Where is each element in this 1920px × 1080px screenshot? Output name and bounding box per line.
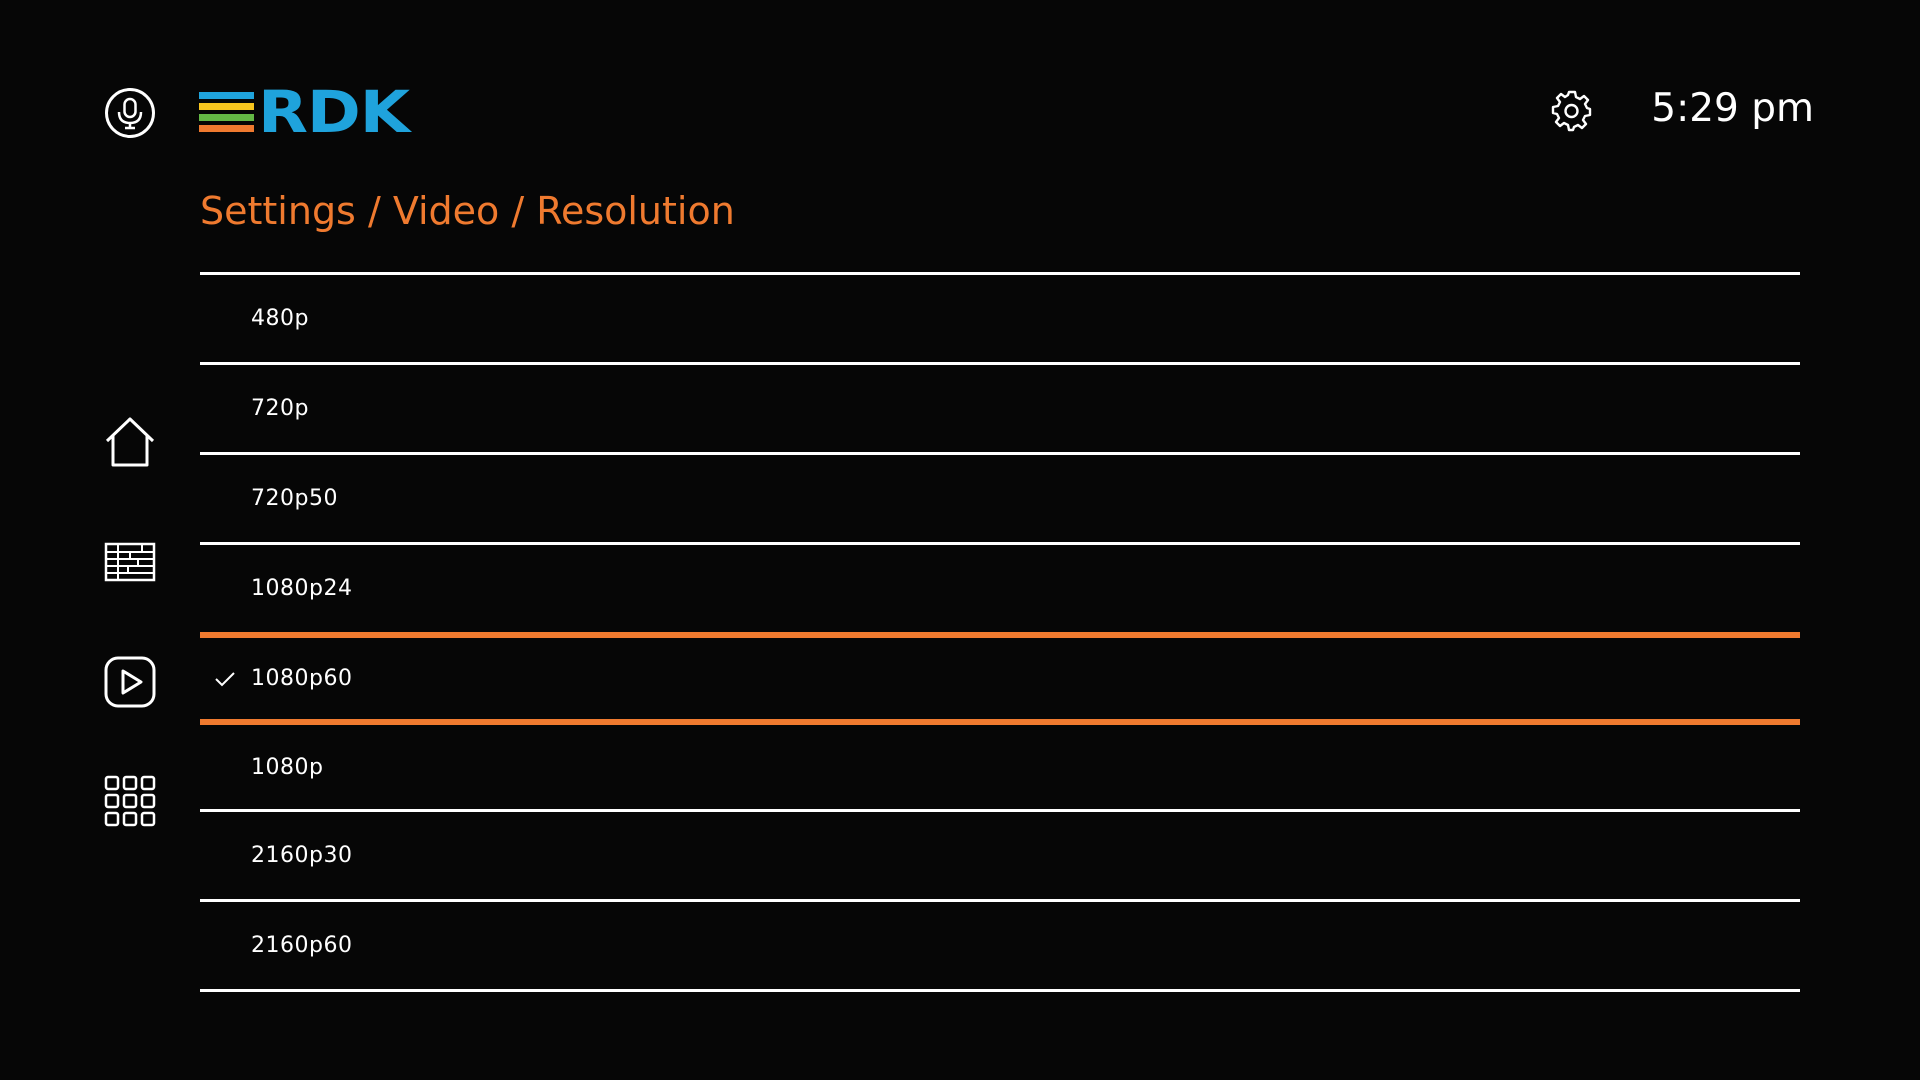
sidebar-item-home[interactable] bbox=[104, 416, 156, 468]
guide-grid-icon bbox=[104, 542, 156, 582]
resolution-label: 2160p30 bbox=[251, 843, 353, 868]
resolution-label: 1080p24 bbox=[251, 576, 353, 601]
clock: 5:29 pm bbox=[1651, 86, 1814, 131]
home-icon bbox=[105, 417, 155, 467]
resolution-label: 1080p bbox=[251, 754, 324, 780]
list-item[interactable]: 2160p30 bbox=[200, 812, 1800, 902]
microphone-icon bbox=[105, 88, 155, 138]
checkmark-icon bbox=[215, 671, 235, 686]
logo-text: RDK bbox=[258, 78, 410, 146]
resolution-list: 480p 720p 720p50 1080p24 1080p60 1080p 2… bbox=[200, 272, 1800, 992]
resolution-label: 720p bbox=[251, 396, 309, 421]
settings-button[interactable] bbox=[1551, 90, 1593, 132]
logo-bars bbox=[199, 90, 254, 134]
list-item[interactable]: 1080p24 bbox=[200, 545, 1800, 632]
resolution-label: 480p bbox=[251, 306, 309, 331]
list-item-selected[interactable]: 1080p60 bbox=[200, 632, 1800, 725]
resolution-label: 720p50 bbox=[251, 486, 338, 511]
mic-button[interactable] bbox=[104, 87, 156, 139]
rdk-logo: RDK bbox=[199, 78, 429, 146]
resolution-label: 2160p60 bbox=[251, 933, 353, 958]
list-item[interactable]: 1080p bbox=[200, 725, 1800, 812]
play-icon bbox=[104, 656, 156, 708]
list-item[interactable]: 720p bbox=[200, 365, 1800, 455]
resolution-label: 1080p60 bbox=[251, 666, 353, 691]
sidebar-item-apps[interactable] bbox=[104, 775, 156, 827]
apps-grid-icon bbox=[104, 775, 156, 827]
breadcrumb: Settings / Video / Resolution bbox=[200, 189, 735, 233]
sidebar-item-guide[interactable] bbox=[104, 540, 156, 584]
gear-icon bbox=[1551, 90, 1592, 132]
list-item[interactable]: 480p bbox=[200, 272, 1800, 365]
list-item[interactable]: 720p50 bbox=[200, 455, 1800, 545]
sidebar-item-play[interactable] bbox=[104, 656, 156, 708]
list-item[interactable]: 2160p60 bbox=[200, 902, 1800, 992]
